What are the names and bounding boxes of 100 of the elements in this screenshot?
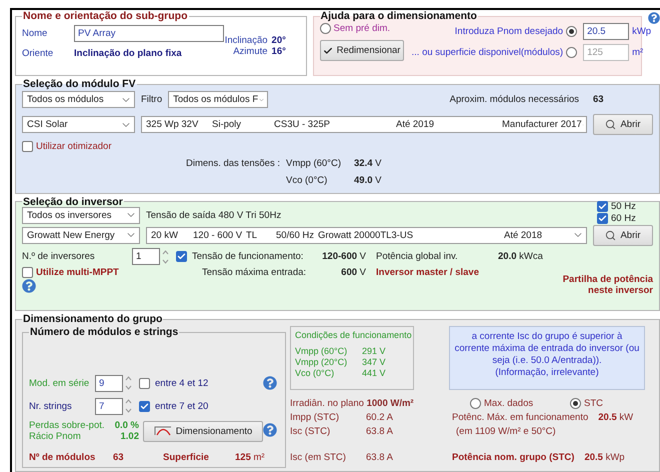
- name-field[interactable]: PV Array: [74, 24, 224, 42]
- spinner-label: Mod. em série: [29, 378, 90, 388]
- area-label: Superficie: [163, 452, 210, 462]
- area-value: 125: [235, 452, 251, 462]
- radio-button[interactable]: [566, 26, 578, 37]
- checkbox[interactable]: [597, 200, 608, 212]
- dropdown[interactable]: Todos os inversores: [22, 206, 140, 224]
- condition-value: 291: [360, 346, 377, 356]
- needed-modules-label: Aproxim. módulos necessários: [450, 94, 579, 105]
- option-label: Introduza Pnom desejado: [454, 26, 564, 37]
- dropdown[interactable]: Todos os módulos: [22, 91, 135, 108]
- radio-button[interactable]: [470, 398, 481, 408]
- unit-label: kW: [619, 412, 634, 422]
- sizing-button[interactable]: Dimensionamento: [143, 420, 263, 442]
- max-power-value: 20.5: [598, 412, 617, 422]
- unit-label: V: [380, 368, 386, 378]
- checkbox[interactable]: [139, 378, 150, 388]
- range-label: entre 7 et 20: [155, 400, 210, 412]
- dropdown[interactable]: CSI Solar: [22, 116, 135, 133]
- checkbox[interactable]: [139, 400, 150, 412]
- module-count-label: Nº de módulos: [29, 452, 96, 462]
- inverter-count-label: N.º de inversores: [22, 251, 96, 262]
- master-slave-text: Inversor master / slave: [376, 267, 480, 278]
- resize-button[interactable]: Redimensionar: [320, 40, 404, 61]
- inverter-count-field[interactable]: 1: [132, 248, 160, 265]
- checkbox[interactable]: [597, 212, 608, 224]
- max-power-label: Potênc. Máx. em funcionamento: [452, 412, 588, 422]
- dropdown[interactable]: 20 kW 120 - 600 V TL 50/60 Hz Growatt 20000TL3-US Até 2018: [146, 226, 587, 244]
- conditions-title: Condições de funcionamento: [295, 330, 409, 340]
- unit-label: V: [375, 175, 382, 186]
- warning-message: a corrente Isc do grupo é superior à corrente máxima de entrada do inversor (ou seja (i.e. 50.0 A/entrada)).: [454, 331, 640, 367]
- voltage-label: Vmpp (60°C): [286, 158, 342, 169]
- unit-label: V: [360, 267, 366, 278]
- input-field[interactable]: 20.5: [583, 23, 630, 40]
- operating-voltage-label: Tensão de funcionamento:: [192, 251, 304, 262]
- condition-label: Vco (0°C): [295, 368, 336, 378]
- field-label: Oriente: [22, 48, 54, 58]
- azimuth-label: Azimute: [232, 46, 268, 57]
- unit-label: V: [380, 357, 386, 367]
- spinner-arrows-icon[interactable]: [162, 248, 169, 264]
- dropdown[interactable]: Growatt New Energy: [22, 226, 140, 244]
- current-value: 63.8 A: [366, 452, 394, 462]
- unit-label: kWp: [632, 26, 652, 37]
- current-label: Isc (STC): [290, 426, 332, 436]
- current-value: 63.8 A: [366, 426, 394, 436]
- open-button[interactable]: Abrir: [593, 114, 653, 135]
- filter-label: Filtro: [141, 94, 162, 105]
- unit-label: kWp: [606, 452, 625, 462]
- spinner-field[interactable]: 9: [95, 374, 123, 392]
- current-label: Impp (STC): [290, 412, 340, 422]
- curve-icon: [154, 426, 172, 436]
- global-power-value: 20.0: [498, 251, 516, 262]
- max-input-voltage-label: Tensão máxima entrada:: [201, 267, 308, 278]
- output-voltage-text: Tensão de saída 480 V Tri 50Hz: [146, 210, 282, 220]
- checkbox-label: 60 Hz: [611, 212, 636, 224]
- pnom-ratio-value: 1.02: [120, 431, 139, 442]
- panel-title: Número de módulos e strings: [29, 326, 180, 338]
- panel-title: Dimensionamento do grupo: [22, 313, 164, 325]
- search-icon: [605, 119, 616, 130]
- panel-title: Seleção do módulo FV: [22, 78, 137, 90]
- radio-label: Max. dados: [484, 398, 534, 408]
- radio-button[interactable]: [570, 398, 581, 408]
- option-label: ... ou superficie disponivel(módulos): [412, 47, 564, 58]
- help-icon[interactable]: [263, 422, 277, 436]
- unit-label: kWca: [519, 251, 543, 262]
- unit-label: V: [375, 158, 382, 169]
- unit-label: V: [360, 251, 366, 262]
- help-icon[interactable]: [22, 279, 36, 293]
- dropdown[interactable]: Todos os módulos F: [168, 91, 268, 108]
- condition-label: Vmpp (20°C): [295, 357, 348, 367]
- voltage-value: 32.4: [354, 158, 372, 169]
- checkbox-label: Utilize multi-MPPT: [36, 267, 119, 278]
- dropdown[interactable]: 325 Wp 32V Si-poly CS3U - 325P Até 2019 Manufacturer 2017: [141, 116, 587, 133]
- power-sharing-text: Partilha de potência neste inversor: [562, 274, 653, 296]
- spinner-arrows-icon[interactable]: [125, 398, 132, 414]
- help-icon[interactable]: [648, 12, 660, 24]
- spinner-arrows-icon[interactable]: [125, 375, 132, 391]
- overload-loss-label: Perdas sobre-pot.: [29, 420, 106, 431]
- check-icon: [322, 46, 333, 56]
- voltage-label: Vco (0°C): [286, 175, 328, 186]
- open-button[interactable]: Abrir: [593, 224, 653, 246]
- overload-loss-value: 0.0 %: [114, 420, 139, 431]
- range-label: entre 4 et 12: [155, 378, 210, 388]
- max-input-voltage-value: 600: [341, 267, 358, 278]
- condition-label: Vmpp (60°C): [295, 346, 348, 356]
- unit-label: m²: [254, 452, 265, 462]
- operating-voltage-value: 120-600: [322, 251, 358, 262]
- help-icon[interactable]: [263, 376, 277, 390]
- current-label: Isc (em STC): [290, 452, 347, 462]
- tilt-value: 20°: [272, 35, 287, 46]
- radio-button[interactable]: [320, 23, 331, 34]
- warning-note: (Informação, irrelevante): [494, 366, 600, 378]
- checkbox[interactable]: [22, 141, 33, 152]
- checkbox[interactable]: [176, 251, 187, 262]
- spinner-field[interactable]: 7: [95, 398, 123, 414]
- nominal-power-value: 20.5: [584, 452, 603, 462]
- voltage-value: 49.0: [354, 175, 372, 186]
- max-power-note: (em 1109 W/m² e 50°C): [455, 426, 557, 436]
- checkbox[interactable]: [22, 267, 33, 278]
- panel-title: Seleção do inversor: [22, 196, 124, 208]
